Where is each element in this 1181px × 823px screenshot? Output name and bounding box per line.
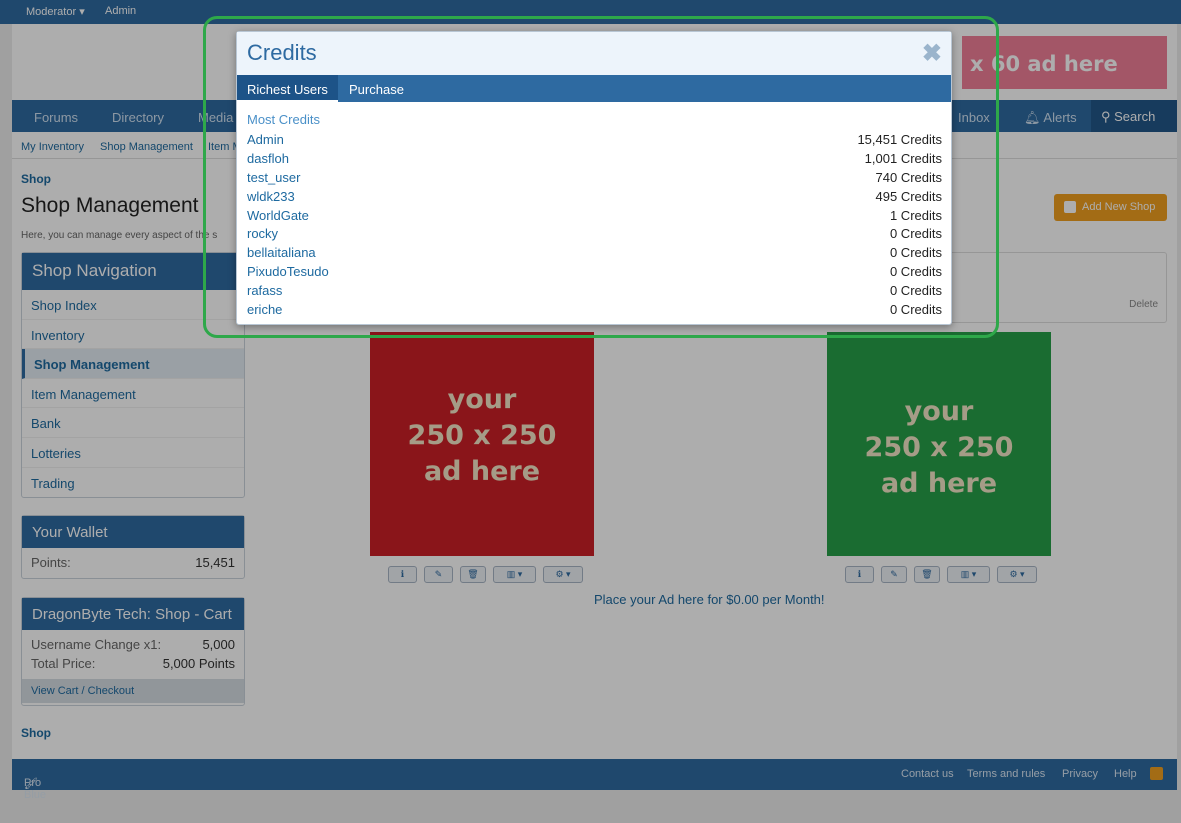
close-icon[interactable]: ✖ [922, 39, 942, 68]
user-credits: 0 Credits [889, 245, 942, 261]
user-credits: 0 Credits [889, 301, 942, 317]
user-credits: 0 Credits [889, 226, 942, 242]
modal-tabs: Richest Users Purchase [237, 75, 951, 102]
user-name-link[interactable]: Admin [247, 132, 284, 147]
list-item: rocky 0 Credits [247, 224, 942, 243]
list-item: rafass 0 Credits [247, 281, 942, 300]
user-name-link[interactable]: test_user [247, 170, 300, 185]
user-name-link[interactable]: bellaitaliana [247, 245, 316, 260]
most-credits-heading: Most Credits [247, 112, 320, 127]
user-credits: 740 Credits [875, 169, 942, 185]
user-credits: 15,451 Credits [857, 131, 942, 147]
modal-title: Credits [237, 32, 951, 75]
list-item: eriche 0 Credits [247, 300, 942, 319]
user-name-link[interactable]: rocky [247, 226, 278, 241]
richest-users-list: Admin 15,451 Credits dasfloh 1,001 Credits t… [247, 130, 942, 319]
user-name-link[interactable]: WorldGate [247, 208, 309, 223]
list-item: bellaitaliana 0 Credits [247, 243, 942, 262]
user-name-link[interactable]: rafass [247, 283, 282, 298]
tab-purchase[interactable]: Purchase [339, 75, 414, 102]
list-item: wldk233 495 Credits [247, 187, 942, 206]
tab-richest-users[interactable]: Richest Users [237, 75, 338, 102]
user-name-link[interactable]: PixudoTesudo [247, 264, 329, 279]
credits-modal: Credits ✖ Richest Users Purchase Most Cr… [236, 31, 952, 325]
list-item: test_user 740 Credits [247, 168, 942, 187]
user-credits: 0 Credits [889, 264, 942, 280]
user-credits: 1,001 Credits [864, 150, 942, 166]
list-item: PixudoTesudo 0 Credits [247, 262, 942, 281]
user-name-link[interactable]: dasfloh [247, 151, 289, 166]
list-item: dasfloh 1,001 Credits [247, 149, 942, 168]
user-credits: 495 Credits [875, 188, 942, 204]
user-credits: 1 Credits [889, 207, 942, 223]
user-name-link[interactable]: wldk233 [247, 189, 295, 204]
list-item: Admin 15,451 Credits [247, 130, 942, 149]
list-item: WorldGate 1 Credits [247, 206, 942, 225]
user-name-link[interactable]: eriche [247, 302, 282, 317]
user-credits: 0 Credits [889, 283, 942, 299]
